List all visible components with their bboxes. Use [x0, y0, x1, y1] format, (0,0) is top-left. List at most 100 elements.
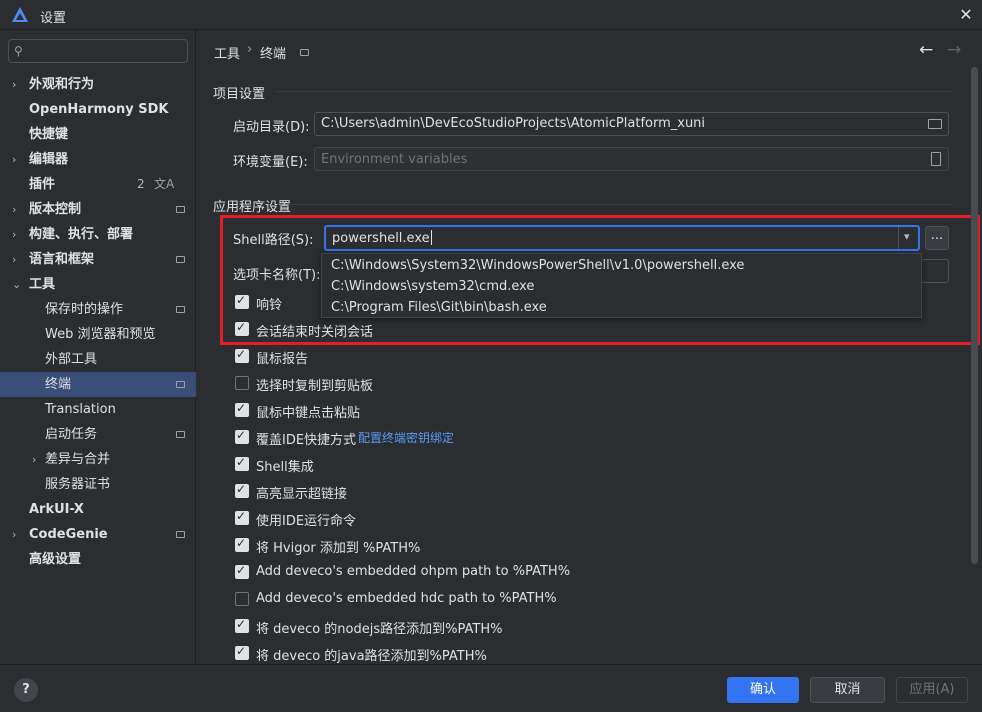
checkbox[interactable]: [235, 536, 249, 552]
sidebar-item-editor[interactable]: › 编辑器: [0, 147, 196, 172]
start-dir-field[interactable]: C:\Users\admin\DevEcoStudioProjects\Atom…: [314, 112, 949, 136]
env-vars-label: 环境变量(E):: [233, 155, 308, 170]
checkbox[interactable]: [235, 563, 249, 579]
sidebar-item-label: ArkUI-X: [29, 502, 84, 517]
translate-icon: 文A: [154, 177, 175, 191]
search-box[interactable]: ⚲: [8, 39, 188, 63]
sidebar-item-server-certificates[interactable]: 服务器证书: [0, 472, 196, 497]
breadcrumb-parent[interactable]: 工具: [214, 43, 240, 62]
sidebar-item-languages[interactable]: › 语言和框架: [0, 247, 196, 272]
sidebar-item-label: OpenHarmony SDK: [29, 102, 169, 117]
checkbox[interactable]: [235, 644, 249, 660]
sidebar-item-startup-tasks[interactable]: 启动任务: [0, 422, 196, 447]
sidebar-item-version-control[interactable]: › 版本控制: [0, 197, 196, 222]
option-label: 鼠标报告: [256, 352, 309, 367]
breadcrumb-current: 终端: [260, 47, 287, 62]
sidebar-item-label: 终端: [45, 377, 72, 392]
sidebar-item-appearance[interactable]: › 外观和行为: [0, 72, 196, 97]
ok-button[interactable]: 确认: [727, 677, 799, 703]
checkbox[interactable]: [235, 592, 249, 606]
sidebar-item-label: 编辑器: [29, 152, 69, 167]
settings-content: 工具 › 终端 ← → 项目设置 启动目录(D): C:\Users\admin…: [197, 30, 982, 664]
title-bar: 设置 ✕: [0, 0, 982, 30]
option-label: 高亮显示超链接: [256, 487, 348, 502]
sidebar-item-build[interactable]: › 构建、执行、部署: [0, 222, 196, 247]
page-icon: [176, 531, 185, 538]
cancel-button[interactable]: 取消: [810, 677, 885, 703]
checkbox[interactable]: [235, 428, 249, 444]
update-count-badge: 2: [137, 177, 145, 191]
option-label: 将 deveco 的nodejs路径添加到%PATH%: [256, 622, 503, 637]
sidebar-item-label: 快捷键: [29, 127, 69, 142]
sidebar-item-diff-merge[interactable]: › 差异与合并: [0, 447, 196, 472]
sidebar-item-web-browsers[interactable]: Web 浏览器和预览: [0, 322, 196, 347]
sidebar-item-label: 插件: [29, 177, 56, 192]
page-icon: [176, 256, 185, 263]
checkbox[interactable]: [235, 617, 249, 633]
sidebar-item-arkui-x[interactable]: ArkUI-X: [0, 497, 196, 522]
sidebar-item-translation[interactable]: Translation: [0, 397, 196, 422]
option-label: 使用IDE运行命令: [256, 514, 357, 529]
apply-button[interactable]: 应用(A): [896, 677, 968, 703]
configure-keybindings-link[interactable]: 配置终端密钥绑定: [358, 429, 454, 446]
page-icon: [176, 206, 185, 213]
sidebar-item-label: 外观和行为: [29, 77, 95, 92]
option-label: Add deveco's embedded ohpm path to %PATH…: [256, 564, 571, 579]
sidebar-item-external-tools[interactable]: 外部工具: [0, 347, 196, 372]
sidebar-item-tools[interactable]: ⌄ 工具: [0, 272, 196, 297]
sidebar-item-terminal[interactable]: 终端: [0, 372, 196, 397]
checkbox[interactable]: [235, 482, 249, 498]
settings-sidebar: ⚲ › 外观和行为 OpenHarmony SDK 快捷键 › 编辑器 插件 2…: [0, 30, 196, 664]
sidebar-item-openharmony-sdk[interactable]: OpenHarmony SDK: [0, 97, 196, 122]
option-label: 选择时复制到剪贴板: [256, 379, 374, 394]
sidebar-item-label: 保存时的操作: [45, 302, 124, 317]
chevron-down-icon: ⌄: [12, 278, 22, 291]
env-vars-field[interactable]: Environment variables: [314, 147, 949, 171]
sidebar-item-codegenie[interactable]: › CodeGenie: [0, 522, 196, 547]
sidebar-item-label: Translation: [45, 402, 116, 417]
option-label: Shell集成: [256, 460, 314, 475]
chevron-right-icon: ›: [12, 253, 17, 266]
sidebar-item-label: CodeGenie: [29, 527, 108, 542]
document-icon[interactable]: [931, 152, 941, 166]
chevron-right-icon: ›: [12, 228, 17, 241]
vertical-scrollbar[interactable]: [971, 67, 978, 564]
search-input[interactable]: [35, 42, 183, 60]
checkbox[interactable]: [235, 347, 249, 363]
checkbox[interactable]: [235, 376, 249, 390]
chevron-right-icon: ›: [12, 528, 17, 541]
forward-arrow-icon[interactable]: →: [947, 40, 961, 60]
help-icon[interactable]: ?: [14, 678, 38, 702]
annotation-highlight-box: [220, 215, 980, 345]
chevron-right-icon: ›: [12, 203, 17, 216]
close-icon[interactable]: ✕: [956, 5, 976, 25]
checkbox[interactable]: [235, 509, 249, 525]
search-icon: ⚲: [14, 44, 23, 58]
sidebar-item-advanced-settings[interactable]: 高级设置: [0, 547, 196, 572]
breadcrumb-separator: ›: [247, 42, 253, 57]
option-label: Add deveco's embedded hdc path to %PATH%: [256, 591, 557, 606]
page-icon: [176, 306, 185, 313]
start-dir-label: 启动目录(D):: [233, 120, 310, 135]
start-dir-value: C:\Users\admin\DevEcoStudioProjects\Atom…: [321, 116, 706, 131]
back-arrow-icon[interactable]: ←: [919, 40, 933, 60]
folder-icon[interactable]: [928, 119, 942, 129]
page-icon: [176, 381, 185, 388]
sidebar-item-label: 语言和框架: [29, 252, 95, 267]
option-label: 将 Hvigor 添加到 %PATH%: [256, 541, 421, 556]
sidebar-item-label: 服务器证书: [45, 477, 111, 492]
section-divider: [289, 204, 952, 205]
checkbox[interactable]: [235, 455, 249, 471]
section-divider: [276, 91, 952, 92]
chevron-right-icon: ›: [12, 153, 17, 166]
checkbox[interactable]: [235, 401, 249, 417]
dialog-footer: ? 确认 取消 应用(A): [0, 664, 982, 712]
sidebar-item-actions-on-save[interactable]: 保存时的操作: [0, 297, 196, 322]
sidebar-item-keymap[interactable]: 快捷键: [0, 122, 196, 147]
page-icon: [300, 49, 309, 56]
section-title-project: 项目设置: [213, 87, 266, 102]
window-title: 设置: [40, 11, 67, 26]
sidebar-item-plugins[interactable]: 插件 2 文A: [0, 172, 196, 197]
sidebar-item-label: 启动任务: [45, 427, 98, 442]
sidebar-item-label: Web 浏览器和预览: [45, 327, 156, 342]
